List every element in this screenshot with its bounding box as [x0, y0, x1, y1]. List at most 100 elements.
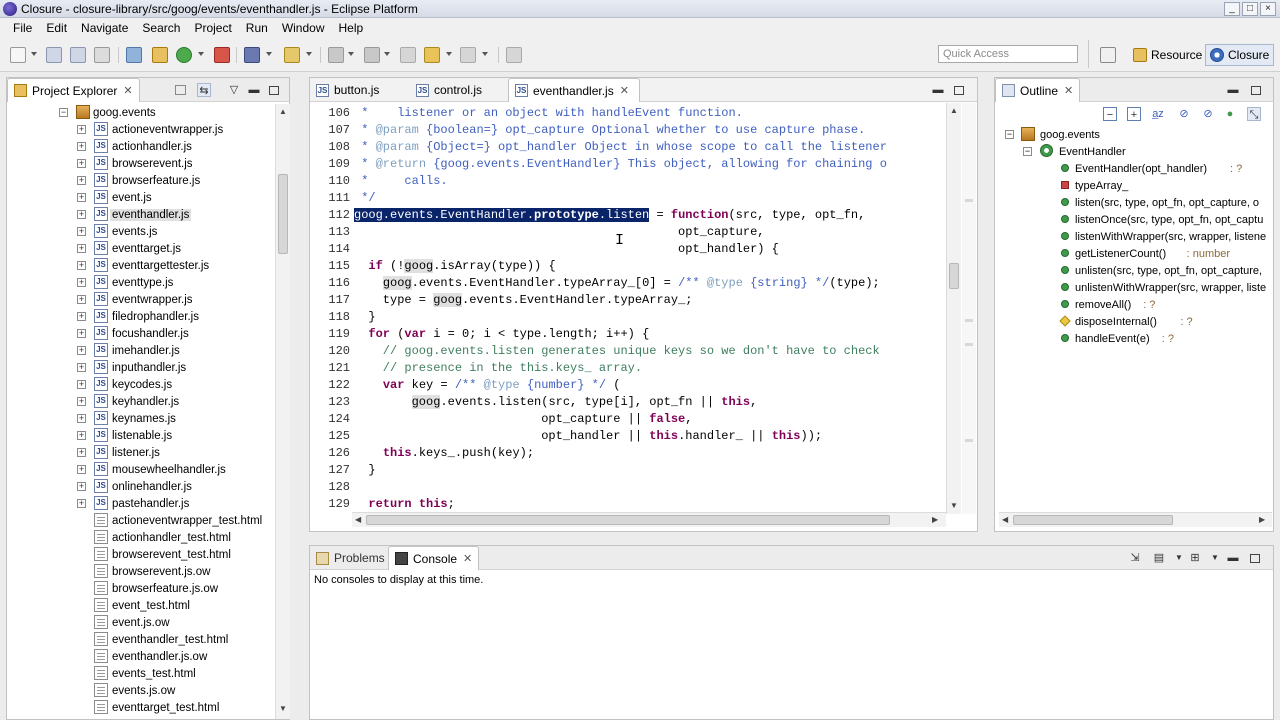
- minimize-console-icon[interactable]: ▬: [1226, 551, 1240, 565]
- tab-outline[interactable]: Outline ✕: [995, 78, 1081, 102]
- minimize-view-icon[interactable]: ▬: [247, 83, 261, 97]
- close-icon[interactable]: ✕: [463, 552, 472, 565]
- back-dropdown-icon[interactable]: [446, 52, 452, 56]
- tree-item[interactable]: events_test.html: [7, 665, 277, 682]
- tree-item[interactable]: actionhandler_test.html: [7, 529, 277, 546]
- forward-icon[interactable]: [460, 47, 476, 63]
- view-menu-icon[interactable]: ▽: [227, 83, 241, 97]
- expand-toggle-icon[interactable]: +: [77, 125, 86, 134]
- expand-toggle-icon[interactable]: +: [77, 380, 86, 389]
- expand-toggle-icon[interactable]: +: [77, 448, 86, 457]
- project-tree-scroll-thumb[interactable]: [278, 174, 288, 254]
- next-annotation-icon[interactable]: [328, 47, 344, 63]
- tree-item[interactable]: + JS events.js: [7, 223, 277, 240]
- perspective-closure-button[interactable]: Closure: [1205, 44, 1275, 66]
- tab-button-js[interactable]: JS button.js: [310, 78, 410, 102]
- editor-hscrollbar[interactable]: ◀ ▶: [352, 512, 946, 527]
- menu-search[interactable]: Search: [135, 18, 187, 38]
- maximize-view-icon[interactable]: [269, 86, 279, 95]
- minimize-outline-icon[interactable]: ▬: [1226, 83, 1240, 97]
- tree-item[interactable]: + JS onlinehandler.js: [7, 478, 277, 495]
- maximize-console-icon[interactable]: [1250, 554, 1260, 563]
- refresh-icon[interactable]: [176, 47, 192, 63]
- expand-toggle-icon[interactable]: +: [77, 431, 86, 440]
- outline-class[interactable]: − EventHandler: [995, 143, 1265, 160]
- tree-item[interactable]: actioneventwrapper_test.html: [7, 512, 277, 529]
- hide-static-icon[interactable]: ⊘: [1201, 107, 1215, 121]
- run-icon[interactable]: [244, 47, 260, 63]
- tab-eventhandler-js[interactable]: JS eventhandler.js ✕: [508, 78, 640, 102]
- expand-toggle-icon[interactable]: +: [77, 414, 86, 423]
- tree-item[interactable]: + JS eventtype.js: [7, 274, 277, 291]
- expand-toggle-icon[interactable]: +: [77, 244, 86, 253]
- outline-item[interactable]: listenOnce(src, type, opt_fn, opt_captu: [995, 211, 1265, 228]
- tab-problems[interactable]: Problems: [310, 546, 391, 570]
- expand-toggle-icon[interactable]: +: [77, 227, 86, 236]
- tree-item[interactable]: + JS eventwrapper.js: [7, 291, 277, 308]
- prev-annotation-icon[interactable]: [364, 47, 380, 63]
- external-tools-icon[interactable]: [284, 47, 300, 63]
- sort-icon[interactable]: a̲z: [1151, 107, 1165, 121]
- tree-item[interactable]: + JS browserevent.js: [7, 155, 277, 172]
- expand-toggle-icon[interactable]: +: [77, 482, 86, 491]
- tree-item[interactable]: eventhandler.js.ow: [7, 648, 277, 665]
- minimize-editor-icon[interactable]: ▬: [931, 83, 945, 97]
- outline-item[interactable]: handleEvent(e) : ?: [995, 330, 1265, 347]
- refresh-dropdown-icon[interactable]: [198, 52, 204, 56]
- outline-hscrollbar[interactable]: ◀ ▶: [999, 512, 1272, 527]
- close-icon[interactable]: ✕: [1064, 84, 1073, 97]
- expand-toggle-icon[interactable]: +: [77, 159, 86, 168]
- tree-item[interactable]: + JS browserfeature.js: [7, 172, 277, 189]
- collapse-toggle-icon[interactable]: −: [1023, 147, 1032, 156]
- outline-item[interactable]: unlistenWithWrapper(src, wrapper, liste: [995, 279, 1266, 296]
- menu-file[interactable]: File: [6, 18, 39, 38]
- tab-project-explorer[interactable]: Project Explorer ✕: [7, 78, 140, 102]
- tree-item[interactable]: browserevent.js.ow: [7, 563, 277, 580]
- outline-item[interactable]: removeAll() : ?: [995, 296, 1265, 313]
- close-button[interactable]: ×: [1260, 2, 1276, 16]
- tree-item[interactable]: + JS event.js: [7, 189, 277, 206]
- pin-editor-icon[interactable]: [506, 47, 522, 63]
- expand-toggle-icon[interactable]: +: [77, 278, 86, 287]
- open-console-dropdown-icon[interactable]: ▼: [1208, 551, 1222, 565]
- expand-toggle-icon[interactable]: +: [77, 261, 86, 270]
- outline-item[interactable]: listenWithWrapper(src, wrapper, listene: [995, 228, 1266, 245]
- expand-toggle-icon[interactable]: +: [77, 397, 86, 406]
- build-icon[interactable]: [214, 47, 230, 63]
- outline-item[interactable]: disposeInternal() : ?: [995, 313, 1265, 330]
- link-with-editor-icon[interactable]: ⤡: [1247, 107, 1261, 121]
- expand-toggle-icon[interactable]: +: [77, 176, 86, 185]
- outline-root[interactable]: − goog.events: [995, 126, 1265, 143]
- next-annotation-dropdown-icon[interactable]: [348, 52, 354, 56]
- menu-help[interactable]: Help: [332, 18, 371, 38]
- pin-console-icon[interactable]: ⇲: [1128, 551, 1142, 565]
- tree-item[interactable]: + JS mousewheelhandler.js: [7, 461, 277, 478]
- expand-toggle-icon[interactable]: +: [77, 329, 86, 338]
- new-dropdown-icon[interactable]: [31, 52, 37, 56]
- tree-item[interactable]: + JS actioneventwrapper.js: [7, 121, 277, 138]
- expand-toggle-icon[interactable]: +: [77, 295, 86, 304]
- quick-access-input[interactable]: Quick Access: [938, 45, 1078, 63]
- print-icon[interactable]: [94, 47, 110, 63]
- maximize-outline-icon[interactable]: [1251, 86, 1261, 95]
- perspective-resource-button[interactable]: Resource: [1128, 44, 1207, 66]
- outline-item[interactable]: unlisten(src, type, opt_fn, opt_capture,: [995, 262, 1265, 279]
- open-console-icon[interactable]: ⊞: [1188, 551, 1202, 565]
- tree-item[interactable]: browserevent_test.html: [7, 546, 277, 563]
- editor-vscroll-thumb[interactable]: [949, 263, 959, 289]
- expand-toggle-icon[interactable]: +: [77, 465, 86, 474]
- tree-item[interactable]: browserfeature.js.ow: [7, 580, 277, 597]
- back-icon[interactable]: [424, 47, 440, 63]
- maximize-editor-icon[interactable]: [954, 86, 964, 95]
- tree-item[interactable]: + JS inputhandler.js: [7, 359, 277, 376]
- hide-nonpublic-icon[interactable]: ●: [1223, 107, 1237, 121]
- expand-all-icon[interactable]: +: [1127, 107, 1141, 121]
- new-icon[interactable]: [10, 47, 26, 63]
- tab-control-js[interactable]: JS control.js: [410, 78, 510, 102]
- external-tools-dropdown-icon[interactable]: [306, 52, 312, 56]
- tree-item[interactable]: event_test.html: [7, 597, 277, 614]
- expand-toggle-icon[interactable]: +: [77, 312, 86, 321]
- menu-edit[interactable]: Edit: [39, 18, 74, 38]
- prev-annotation-dropdown-icon[interactable]: [384, 52, 390, 56]
- tree-item[interactable]: + JS eventhandler.js: [7, 206, 277, 223]
